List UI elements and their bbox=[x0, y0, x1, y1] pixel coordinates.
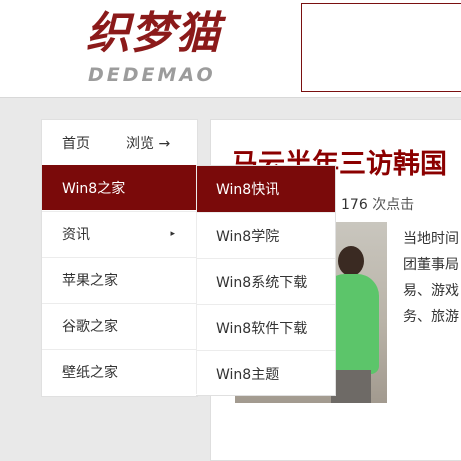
menu-item-wallpaper[interactable]: 壁纸之家 bbox=[42, 349, 197, 394]
site-header: 织梦猫 DEDEMAO bbox=[0, 0, 461, 98]
menu-item-win8[interactable]: Win8之家 bbox=[42, 165, 197, 210]
excerpt-line: 易、游戏 bbox=[403, 283, 459, 299]
article-excerpt: 当地时间 团董事局 易、游戏 务、旅游 bbox=[403, 226, 461, 330]
submenu-item-win8-news[interactable]: Win8快讯 bbox=[196, 166, 335, 212]
click-count-number: 176 bbox=[341, 197, 368, 213]
submenu-arrow-icon: ▸ bbox=[170, 229, 175, 239]
submenu-item-label: Win8软件下载 bbox=[216, 320, 308, 337]
menu-item-label: Win8之家 bbox=[62, 180, 126, 197]
menu-item-label: 资讯 bbox=[62, 227, 90, 243]
menu-item-news[interactable]: 资讯 ▸ bbox=[42, 211, 197, 256]
submenu-item-label: Win8主题 bbox=[216, 366, 280, 383]
excerpt-line: 务、旅游 bbox=[403, 309, 459, 325]
submenu-item-label: Win8快讯 bbox=[216, 182, 280, 198]
win8-submenu: Win8快讯 Win8学院 Win8系统下载 Win8软件下载 Win8主题 bbox=[196, 165, 336, 396]
menu-item-label: 谷歌之家 bbox=[62, 319, 118, 335]
site-logo-subtitle: DEDEMAO bbox=[88, 64, 216, 86]
menu-divider bbox=[196, 165, 197, 394]
menu-item-label: 苹果之家 bbox=[62, 273, 118, 289]
submenu-item-label: Win8学院 bbox=[216, 228, 280, 245]
menu-top-bar: 首页 浏览 → bbox=[42, 120, 197, 165]
click-count-label: 次点击 bbox=[372, 197, 415, 213]
click-count: 176 次点击 bbox=[341, 194, 414, 214]
submenu-item-win8-system-download[interactable]: Win8系统下载 bbox=[196, 258, 335, 304]
submenu-item-win8-academy[interactable]: Win8学院 bbox=[196, 212, 335, 258]
excerpt-line: 团董事局 bbox=[403, 257, 459, 273]
header-banner-box bbox=[301, 3, 461, 92]
main-dropdown-menu: 首页 浏览 → Win8之家 资讯 ▸ 苹果之家 谷歌之家 壁纸之家 bbox=[41, 119, 198, 397]
excerpt-line: 当地时间 bbox=[403, 231, 459, 247]
submenu-item-label: Win8系统下载 bbox=[216, 274, 308, 291]
menu-item-apple[interactable]: 苹果之家 bbox=[42, 257, 197, 302]
menu-item-label: 壁纸之家 bbox=[62, 365, 118, 381]
nav-home-link[interactable]: 首页 bbox=[62, 133, 90, 153]
site-logo[interactable]: 织梦猫 bbox=[86, 8, 221, 60]
nav-browse-link[interactable]: 浏览 → bbox=[126, 133, 170, 153]
photo-person-head bbox=[338, 246, 364, 276]
submenu-item-win8-software-download[interactable]: Win8软件下载 bbox=[196, 304, 335, 350]
photo-person-lower bbox=[331, 370, 371, 403]
menu-item-google[interactable]: 谷歌之家 bbox=[42, 303, 197, 348]
submenu-item-win8-themes[interactable]: Win8主题 bbox=[196, 350, 335, 396]
